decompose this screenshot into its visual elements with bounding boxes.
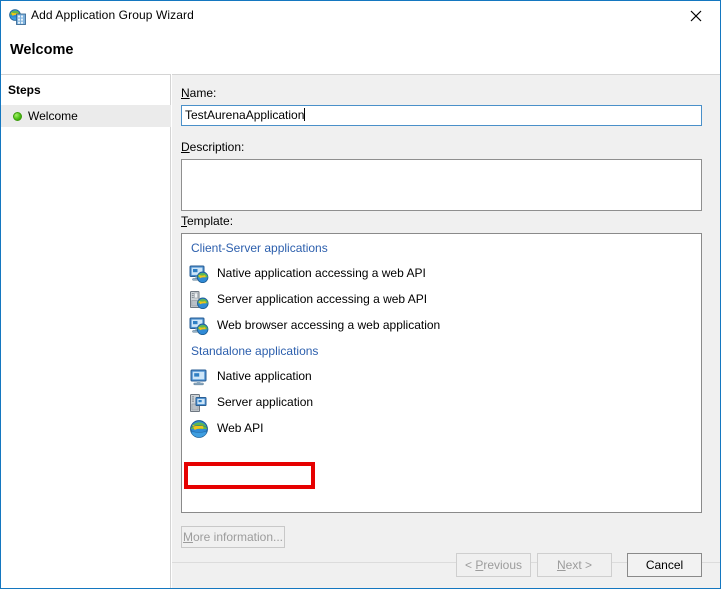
template-item-label: Web browser accessing a web application xyxy=(217,318,440,332)
sidebar-item-label: Welcome xyxy=(28,109,78,123)
template-item-label: Server application accessing a web API xyxy=(217,292,427,306)
name-input[interactable]: TestAurenaApplication xyxy=(181,105,702,126)
description-label: Description: xyxy=(181,140,244,154)
monitor-globe-icon xyxy=(189,264,209,284)
template-group-header-client-server: Client-Server applications xyxy=(191,241,694,257)
template-item-server-app-web-api[interactable]: Server application accessing a web API xyxy=(189,287,609,313)
globe-icon xyxy=(189,419,209,439)
description-input[interactable] xyxy=(181,159,702,211)
app-group-wizard-icon xyxy=(9,9,26,25)
template-item-server-application[interactable]: Server application xyxy=(189,390,609,416)
template-item-web-browser-web-app[interactable]: Web browser accessing a web application xyxy=(189,313,609,339)
page-header: Welcome xyxy=(1,31,720,74)
add-application-group-wizard-window: Add Application Group Wizard Welcome Ste… xyxy=(0,0,721,589)
template-item-label: Native application xyxy=(217,369,312,383)
cancel-button[interactable]: Cancel xyxy=(627,553,702,577)
steps-title: Steps xyxy=(8,83,41,97)
template-item-label: Native application accessing a web API xyxy=(217,266,426,280)
steps-pane: Steps Welcome xyxy=(1,74,171,588)
name-input-value: TestAurenaApplication xyxy=(185,108,304,122)
page-title: Welcome xyxy=(10,42,73,58)
server-globe-icon xyxy=(189,290,209,310)
close-icon[interactable] xyxy=(674,1,720,31)
template-item-native-app-web-api[interactable]: Native application accessing a web API xyxy=(189,261,609,287)
server-icon xyxy=(189,393,209,413)
window-title: Add Application Group Wizard xyxy=(31,8,194,22)
template-item-label: Web API xyxy=(217,421,263,435)
content-pane: Name: TestAurenaApplication Description:… xyxy=(172,74,720,588)
monitor-icon xyxy=(189,367,209,387)
group-title: Standalone applications xyxy=(191,344,324,358)
template-label: Template: xyxy=(181,214,233,228)
group-title: Client-Server applications xyxy=(191,241,334,255)
sidebar-item-welcome[interactable]: Welcome xyxy=(1,105,171,127)
name-label: Name: xyxy=(181,86,216,100)
template-item-native-application[interactable]: Native application xyxy=(189,364,609,390)
selection-highlight-annotation xyxy=(184,462,315,489)
text-caret xyxy=(304,108,305,121)
template-item-label: Server application xyxy=(217,395,313,409)
template-item-web-api[interactable]: Web API xyxy=(189,416,609,442)
step-bullet-icon xyxy=(13,112,22,121)
title-bar: Add Application Group Wizard xyxy=(1,0,720,31)
next-button[interactable]: Next > xyxy=(537,553,612,577)
template-group-header-standalone: Standalone applications xyxy=(191,344,694,360)
more-information-button[interactable]: More information... xyxy=(181,526,285,548)
wizard-body: Steps Welcome Name: TestAurenaApplicatio… xyxy=(1,74,720,588)
template-list[interactable]: Client-Server applications xyxy=(181,233,702,513)
previous-button[interactable]: < Previous xyxy=(456,553,531,577)
monitor-globe-icon xyxy=(189,316,209,336)
